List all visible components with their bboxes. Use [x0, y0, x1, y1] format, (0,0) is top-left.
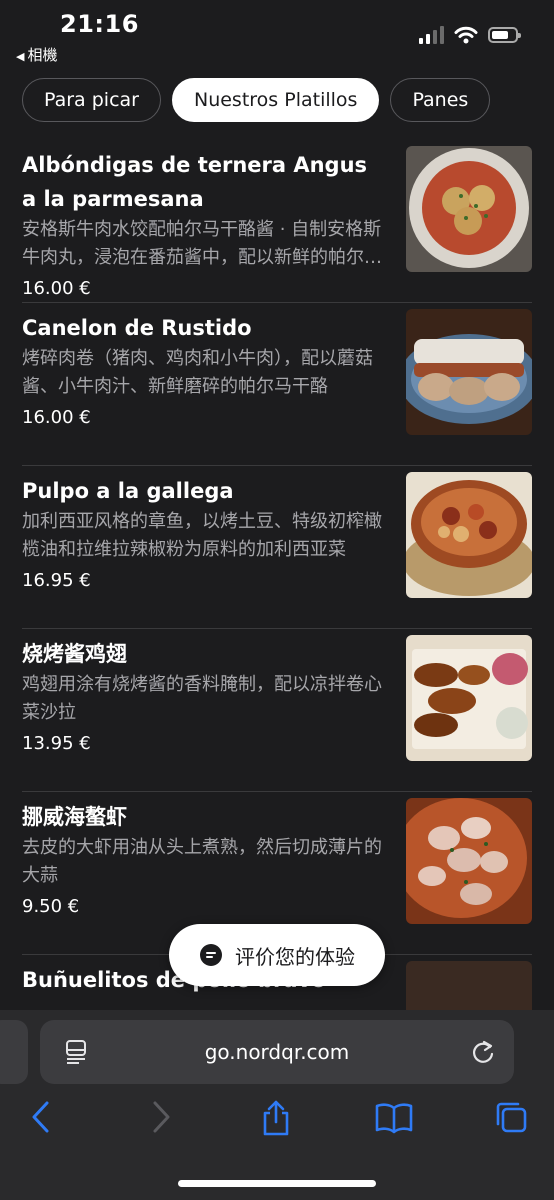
- browser-chrome: go.nordqr.com: [0, 1010, 554, 1200]
- tabs-icon[interactable]: [494, 1100, 528, 1134]
- wifi-icon: [454, 26, 478, 44]
- dish-photo[interactable]: [406, 635, 532, 761]
- battery-icon: [488, 27, 521, 43]
- dish-price: 16.00 €: [22, 278, 91, 299]
- rate-experience-label: 评价您的体验: [235, 944, 355, 969]
- status-time: 21:16: [60, 10, 139, 38]
- previous-tab-preview[interactable]: [0, 1020, 28, 1084]
- dish-photo[interactable]: [406, 146, 532, 272]
- dish-price: 13.95 €: [22, 733, 91, 754]
- dish-name: Canelon de Rustido: [22, 316, 252, 340]
- bookmarks-icon[interactable]: [375, 1100, 413, 1134]
- menu-item[interactable]: Pulpo a la gallega 加利西亚风格的章鱼，以烤土豆、特级初榨橄榄…: [22, 466, 532, 629]
- dish-photo[interactable]: [406, 798, 532, 924]
- menu-list: Albóndigas de ternera Angus a la parmesa…: [0, 140, 554, 1010]
- browser-toolbar: [0, 1100, 554, 1140]
- reload-icon[interactable]: [470, 1038, 496, 1066]
- home-indicator[interactable]: [178, 1180, 376, 1187]
- status-icons: [419, 26, 521, 44]
- menu-item[interactable]: 烧烤酱鸡翅 鸡翅用涂有烧烤酱的香料腌制，配以凉拌卷心菜沙拉 13.95 €: [22, 629, 532, 792]
- dish-name: 挪威海螯虾: [22, 805, 127, 829]
- dish-price: 16.95 €: [22, 570, 91, 591]
- dish-description: 去皮的大虾用油从头上煮熟，然后切成薄片的大蒜: [22, 837, 382, 886]
- forward-icon[interactable]: [150, 1100, 172, 1134]
- dish-name: Albóndigas de ternera Angus a la parmesa…: [22, 153, 368, 211]
- dish-name: 烧烤酱鸡翅: [22, 642, 127, 666]
- back-app-label: 相機: [27, 46, 58, 64]
- menu-item[interactable]: Canelon de Rustido 烤碎肉卷（猪肉、鸡肉和小牛肉），配以蘑菇酱…: [22, 303, 532, 466]
- share-icon[interactable]: [260, 1100, 292, 1136]
- dish-name: Pulpo a la gallega: [22, 479, 234, 503]
- back-triangle-icon: ◀: [16, 50, 25, 63]
- dish-photo[interactable]: [406, 961, 532, 1010]
- back-icon[interactable]: [30, 1100, 52, 1134]
- address-bar[interactable]: go.nordqr.com: [40, 1020, 514, 1084]
- rate-experience-button[interactable]: 评价您的体验: [169, 924, 385, 986]
- tab-panes[interactable]: Panes: [390, 78, 491, 122]
- dish-price: 9.50 €: [22, 896, 80, 917]
- dish-description: 加利西亚风格的章鱼，以烤土豆、特级初榨橄榄油和拉维拉辣椒粉为原料的加利西亚菜: [22, 511, 382, 560]
- tab-para-picar[interactable]: Para picar: [22, 78, 161, 122]
- chat-bubble-icon: [200, 944, 222, 966]
- status-bar: 21:16 ◀ 相機: [0, 0, 554, 70]
- back-to-app-link[interactable]: ◀ 相機: [16, 44, 57, 65]
- category-tabs: Para picar Nuestros Platillos Panes: [22, 78, 491, 122]
- tab-nuestros-platillos[interactable]: Nuestros Platillos: [171, 78, 380, 122]
- url-text[interactable]: go.nordqr.com: [40, 1040, 514, 1064]
- dish-description: 鸡翅用涂有烧烤酱的香料腌制，配以凉拌卷心菜沙拉: [22, 674, 382, 723]
- dish-description: 安格斯牛肉水饺配帕尔马干酪酱 · 自制安格斯牛肉丸，浸泡在番茄酱中，配以新鲜的帕…: [22, 219, 382, 268]
- dish-photo[interactable]: [406, 472, 532, 598]
- dish-photo[interactable]: [406, 309, 532, 435]
- menu-item[interactable]: Albóndigas de ternera Angus a la parmesa…: [22, 140, 532, 303]
- dish-price: 16.00 €: [22, 407, 91, 428]
- dish-description: 烤碎肉卷（猪肉、鸡肉和小牛肉），配以蘑菇酱、小牛肉汁、新鲜磨碎的帕尔马干酪: [22, 348, 373, 397]
- cellular-signal-icon: [419, 26, 444, 44]
